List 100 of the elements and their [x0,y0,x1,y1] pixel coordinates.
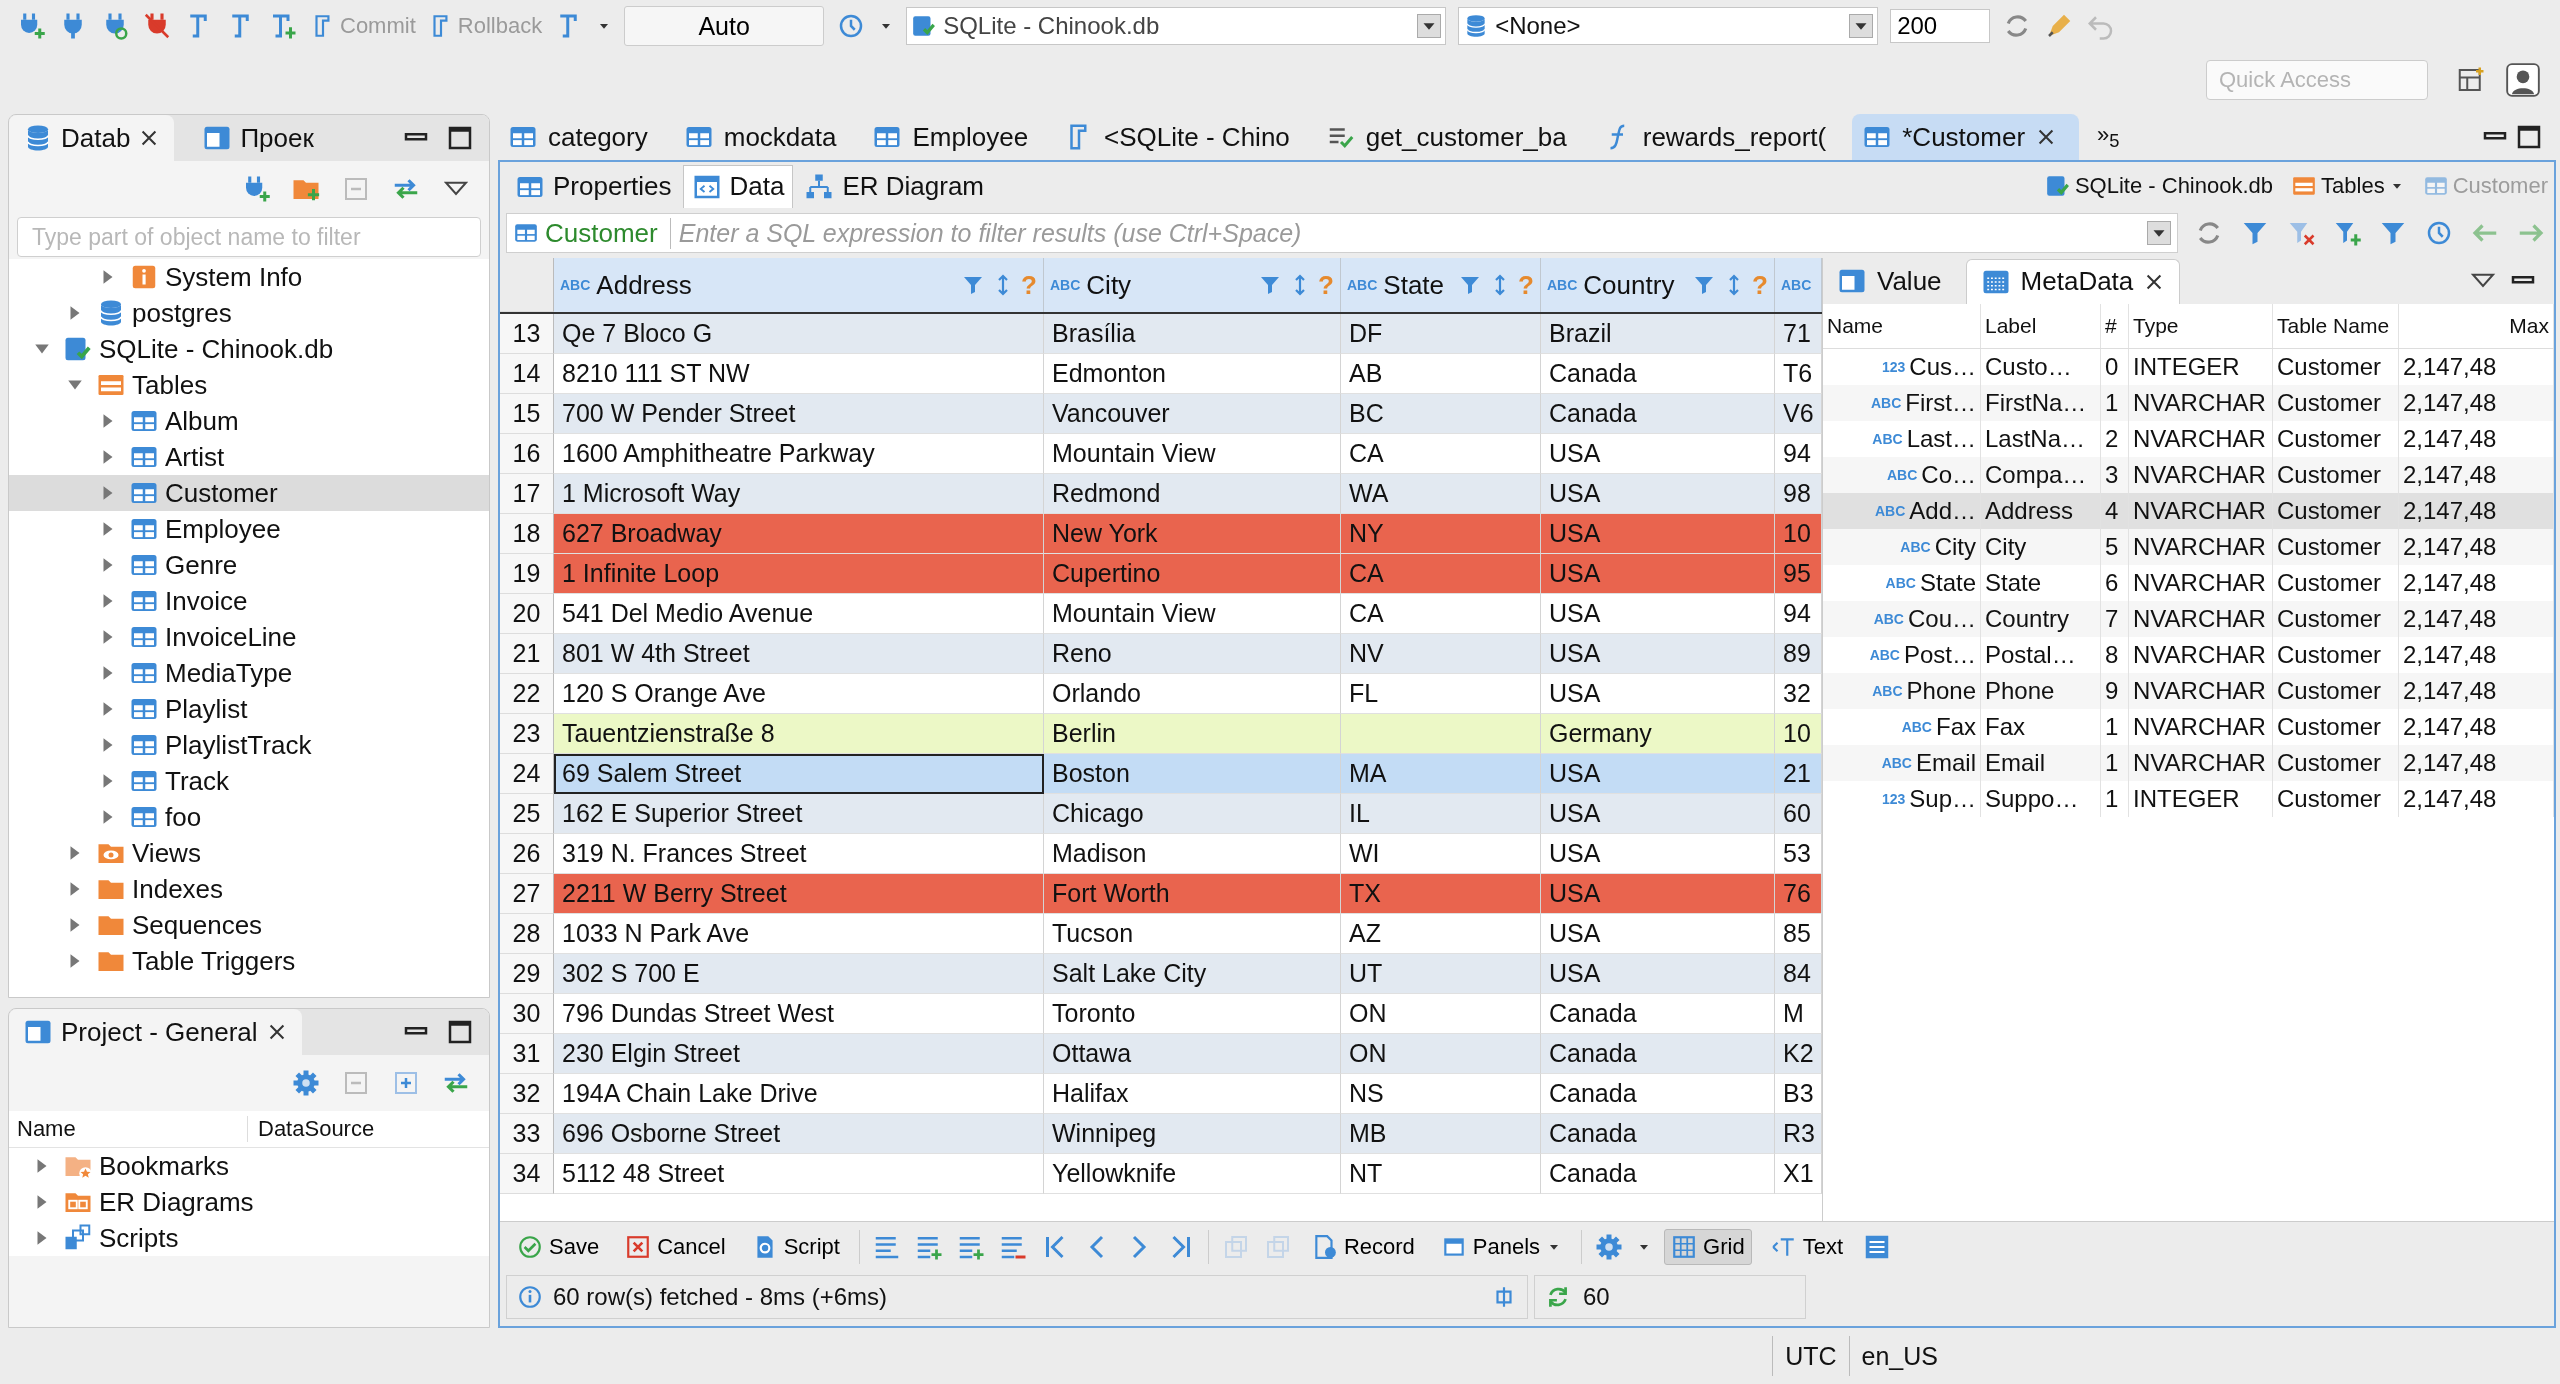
column-header[interactable]: Table Name [2273,304,2399,348]
column-header[interactable]: Label [1981,304,2101,348]
metadata-row[interactable]: ABC City City 5 NVARCHAR Customer 2,147,48 [1823,529,2554,565]
table-row[interactable]: 19 1 Infinite Loop Cupertino CA USA 95 [500,554,1822,594]
column-header[interactable]: # [2101,304,2129,348]
table-row[interactable]: 21 801 W 4th Street Reno NV USA 89 [500,634,1822,674]
tree-item[interactable]: PlaylistTrack [9,727,489,763]
table-row[interactable]: 14 8210 111 ST NW Edmonton AB Canada T6 [500,354,1822,394]
sql-filter-box[interactable]: Customer Enter a SQL expression to filter results (use Ctrl+Space) [506,213,2178,253]
table-row[interactable]: 17 1 Microsoft Way Redmond WA USA 98 [500,474,1822,514]
metadata-row[interactable]: ABC First… FirstNa… 1 NVARCHAR Customer 2,147,48 [1823,385,2554,421]
panels-button[interactable]: Panels [1433,1229,1570,1265]
dropdown-icon[interactable] [2147,221,2171,245]
tree-item[interactable]: MediaType [9,655,489,691]
table-row[interactable]: 32 194A Chain Lake Drive Halifax NS Canada B3 [500,1074,1822,1114]
panel-tab[interactable]: Value [1823,259,1956,303]
tree-item[interactable]: Bookmarks [9,1148,489,1184]
datasource-combo[interactable]: SQLite - Chinook.db [906,7,1447,45]
editor-subtab[interactable]: ER Diagram [795,164,993,208]
script-button[interactable]: Script [744,1229,847,1265]
table-row[interactable]: 15 700 W Pender Street Vancouver BC Canada V6 [500,394,1822,434]
editor-subtab[interactable]: Data [682,164,794,208]
table-row[interactable]: 24 69 Salem Street Boston MA USA 21 [500,754,1822,794]
fetch-size-field[interactable]: 200 [1890,9,1991,43]
editor-tab[interactable]: get_customer_ba [1315,114,1589,160]
panel-tab[interactable]: Project - General [9,1009,302,1055]
settings-icon[interactable] [1594,1232,1625,1262]
table-row[interactable]: 28 1033 N Park Ave Tucson AZ USA 85 [500,914,1822,954]
transaction-mode-button[interactable]: Auto [624,6,825,46]
tree-item[interactable]: Tables [9,367,489,403]
perspective-icon[interactable] [2504,61,2542,99]
editor-tab[interactable]: category [498,114,670,160]
dropdown-icon[interactable] [1417,14,1442,38]
tree-item[interactable]: Table Triggers [9,943,489,979]
panel-tab[interactable]: Datab [9,115,175,161]
metadata-row[interactable]: ABC Cou… Country 7 NVARCHAR Customer 2,147,48 [1823,601,2554,637]
cancel-button[interactable]: Cancel [618,1229,733,1265]
metadata-row[interactable]: ABC Co… Compa… 3 NVARCHAR Customer 2,147,48 [1823,457,2554,493]
column-header[interactable]: Name [9,1116,248,1142]
column-header[interactable]: DataSource [248,1116,375,1142]
save-button[interactable]: Save [510,1229,607,1265]
editor-tab[interactable]: mockdata [673,114,859,160]
panel-tab[interactable]: Проек [188,115,328,161]
schema-combo[interactable]: <None> [1458,7,1879,45]
column-header[interactable]: ABC City ? [1044,258,1341,312]
table-row[interactable]: 23 Tauentzienstraße 8 Berlin Germany 10 [500,714,1822,754]
metadata-row[interactable]: ABC Email Email 1 NVARCHAR Customer 2,147,48 [1823,745,2554,781]
column-header[interactable]: ABC Address ? [554,258,1044,312]
table-row[interactable]: 30 796 Dundas Street West Toronto ON Canada M [500,994,1822,1034]
table-row[interactable]: 18 627 Broadway New York NY USA 10 [500,514,1822,554]
record-button[interactable]: Record [1304,1229,1422,1265]
tree-item[interactable]: Playlist [9,691,489,727]
tree-item[interactable]: Employee [9,511,489,547]
quick-access-field[interactable]: Quick Access [2206,60,2428,100]
metadata-row[interactable]: ABC Add… Address 4 NVARCHAR Customer 2,147,48 [1823,493,2554,529]
editor-tab[interactable]: <SQLite - Chino [1054,114,1312,160]
tree-item[interactable]: Track [9,763,489,799]
table-row[interactable]: 25 162 E Superior Street Chicago IL USA 60 [500,794,1822,834]
tree-item[interactable]: Invoice [9,583,489,619]
metadata-row[interactable]: ABC Phone Phone 9 NVARCHAR Customer 2,147,48 [1823,673,2554,709]
column-header[interactable]: ABC State ? [1341,258,1541,312]
column-header[interactable]: Max [2399,304,2554,348]
tree-item[interactable]: Scripts [9,1220,489,1256]
tree-item[interactable]: ER Diagrams [9,1184,489,1220]
table-row[interactable]: 16 1600 Amphitheatre Parkway Mountain View CA USA 94 [500,434,1822,474]
table-row[interactable]: 29 302 S 700 E Salt Lake City UT USA 84 [500,954,1822,994]
tree-item[interactable]: Sequences [9,907,489,943]
editor-tab[interactable]: Employee [862,114,1051,160]
table-row[interactable]: 31 230 Elgin Street Ottawa ON Canada K2 [500,1034,1822,1074]
tree-item[interactable]: InvoiceLine [9,619,489,655]
tree-item[interactable]: Customer [9,475,489,511]
disconnect-icon[interactable] [142,11,172,41]
table-row[interactable]: 13 Qe 7 Bloco G Brasília DF Brazil 71 [500,314,1822,354]
metadata-row[interactable]: 123 Sup… Suppo… 1 INTEGER Customer 2,147,48 [1823,781,2554,817]
tree-item[interactable]: foo [9,799,489,835]
sql-filter-field[interactable]: Enter a SQL expression to filter results (use Ctrl+Space) [676,217,2141,249]
tree-item[interactable]: postgres [9,295,489,331]
table-row[interactable]: 26 319 N. Frances Street Madison WI USA 53 [500,834,1822,874]
table-row[interactable]: 33 696 Osborne Street Winnipeg MB Canada R3 [500,1114,1822,1154]
tree-item[interactable]: Indexes [9,871,489,907]
view-toggle-button[interactable]: Text [1763,1229,1850,1265]
editor-tab[interactable]: rewards_report( [1592,114,1849,160]
panel-tab[interactable]: MetaData [1965,258,2181,304]
view-toggle-button[interactable]: Grid [1664,1229,1752,1265]
column-header[interactable]: Type [2129,304,2273,348]
editor-tab[interactable]: *Customer [1852,114,2080,160]
breadcrumb-item[interactable]: Tables [2291,173,2405,199]
tab-overflow-button[interactable]: »$_{5}$ [2097,121,2120,153]
tree-item[interactable]: Views [9,835,489,871]
editor-subtab[interactable]: Properties [506,164,681,208]
tree-item[interactable]: Artist [9,439,489,475]
column-header[interactable]: Name [1823,304,1981,348]
column-header[interactable]: ABC Country ? [1541,258,1775,312]
dropdown-icon[interactable] [1849,14,1874,38]
filter-field[interactable]: Type part of object name to filter [17,217,481,257]
tree-item[interactable]: System Info [9,259,489,295]
table-row[interactable]: 20 541 Del Medio Avenue Mountain View CA USA 94 [500,594,1822,634]
table-row[interactable]: 27 2211 W Berry Street Fort Worth TX USA 76 [500,874,1822,914]
settings-icon[interactable] [291,1068,321,1098]
table-row[interactable]: 22 120 S Orange Ave Orlando FL USA 32 [500,674,1822,714]
